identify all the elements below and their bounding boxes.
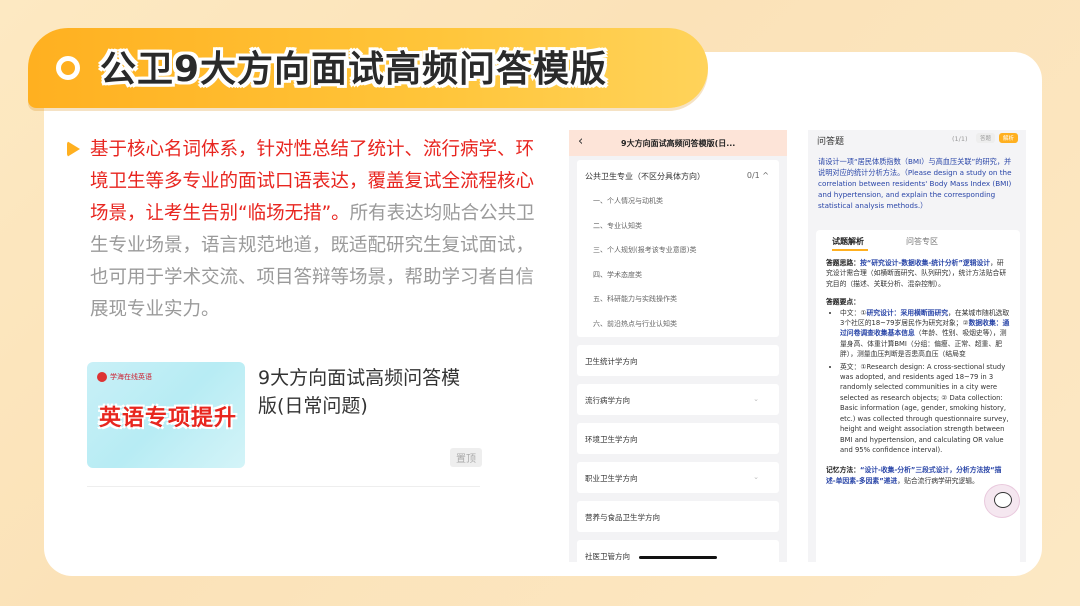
direction-item[interactable]: 营养与食品卫生学方向 <box>577 501 779 532</box>
mascot-sticker-icon[interactable] <box>984 484 1020 518</box>
file-thumbnail[interactable]: 学海在线英语 英语专项提升 <box>87 362 245 468</box>
section-public-health[interactable]: 公共卫生专业（不区分具体方向） 0/1 ^ 一、个人情况与动机类 二、专业认知类… <box>577 160 779 337</box>
direction-item[interactable]: 职业卫生学方向 ⌄ <box>577 462 779 493</box>
thumbnail-logo: 学海在线英语 <box>97 372 152 382</box>
tab-analysis[interactable]: 试题解析 <box>832 236 864 247</box>
tab-underline <box>832 249 868 251</box>
answer-pill[interactable]: 答题 <box>976 133 996 143</box>
phone-screenshot-question: 问答题 (1/1) 答题 解析 请设计一项“居民体质指数（BMI）与高血压关联”… <box>808 130 1026 562</box>
direction-item[interactable]: 卫生统计学方向 <box>577 345 779 376</box>
back-arrow-icon[interactable]: ‹ <box>578 134 583 149</box>
direction-item[interactable]: 流行病学方向 ⌄ <box>577 384 779 415</box>
memory-method: 记忆方法：“设计-收集-分析”三段式设计，分析方法按“描述-单因素-多因素”递进… <box>826 466 1002 485</box>
question-text: 请设计一项“居民体质指数（BMI）与高血压关联”的研究，并说明对应的统计分析方法… <box>818 157 1012 210</box>
intro-text: 基于核心名词体系，针对性总结了统计、流行病学、环境卫生等多专业的面试口语表达，覆… <box>90 134 542 326</box>
english-point: 英文：①Research design: A cross-sectional s… <box>840 362 1010 456</box>
section-header[interactable]: 公共卫生专业（不区分具体方向） 0/1 ^ <box>577 160 779 190</box>
pin-badge: 置顶 <box>450 448 482 467</box>
list-item[interactable]: 三、个人规划(报考该专业意愿)类 <box>577 239 779 264</box>
divider <box>87 486 480 487</box>
phone-screenshot-catalog: ‹ 9大方向面试高频问答模版(日... 公共卫生专业（不区分具体方向） 0/1 … <box>569 130 787 562</box>
answer-idea: 答题思路：按“研究设计-数据收集-统计分析”逻辑设计，研究设计需合理（如横断面研… <box>826 259 1007 288</box>
page-indicator: (1/1) <box>952 135 968 143</box>
list-item[interactable]: 六、前沿热点与行业认知类 <box>577 313 779 338</box>
chevron-icon: ⌄ <box>753 395 759 403</box>
question-type-label: 问答题 <box>817 137 845 147</box>
list-item[interactable]: 二、专业认知类 <box>577 215 779 240</box>
catalog-header: ‹ 9大方向面试高频问答模版(日... <box>569 130 787 156</box>
list-item[interactable]: 一、个人情况与动机类 <box>577 190 779 215</box>
thumbnail-title: 英语专项提升 <box>99 406 238 431</box>
question-top-bar: 问答题 (1/1) 答题 解析 <box>808 130 1026 152</box>
chinese-point: 中文：①研究设计：采用横断面研究，在某城市随机选取3个社区的18~79岁居民作为… <box>840 308 1010 360</box>
chevron-up-icon: ^ <box>762 171 769 180</box>
analysis-pill[interactable]: 解析 <box>999 133 1019 143</box>
circle-icon <box>56 56 80 80</box>
analysis-tabs: 试题解析 问答专区 <box>826 236 1010 252</box>
tab-qa[interactable]: 问答专区 <box>906 236 938 247</box>
page-title: 公卫9大方向面试高频问答模版 <box>100 49 608 90</box>
list-item[interactable]: 四、学术态度类 <box>577 264 779 289</box>
answer-points-label: 答题要点： <box>826 298 860 307</box>
analysis-body: 答题思路：按“研究设计-数据收集-统计分析”逻辑设计，研究设计需合理（如横断面研… <box>826 258 1010 486</box>
section-count: 0/1 ^ <box>746 171 769 180</box>
seal-icon <box>97 372 107 382</box>
list-item[interactable]: 五、科研能力与实践操作类 <box>577 288 779 313</box>
play-arrow-icon <box>67 141 80 157</box>
home-indicator <box>639 556 717 559</box>
chevron-icon: ⌄ <box>753 473 759 481</box>
catalog-title: 9大方向面试高频问答模版(日... <box>621 139 736 148</box>
direction-item[interactable]: 环境卫生学方向 <box>577 423 779 454</box>
file-title[interactable]: 9大方向面试高频问答模版(日常问题) <box>258 364 478 420</box>
